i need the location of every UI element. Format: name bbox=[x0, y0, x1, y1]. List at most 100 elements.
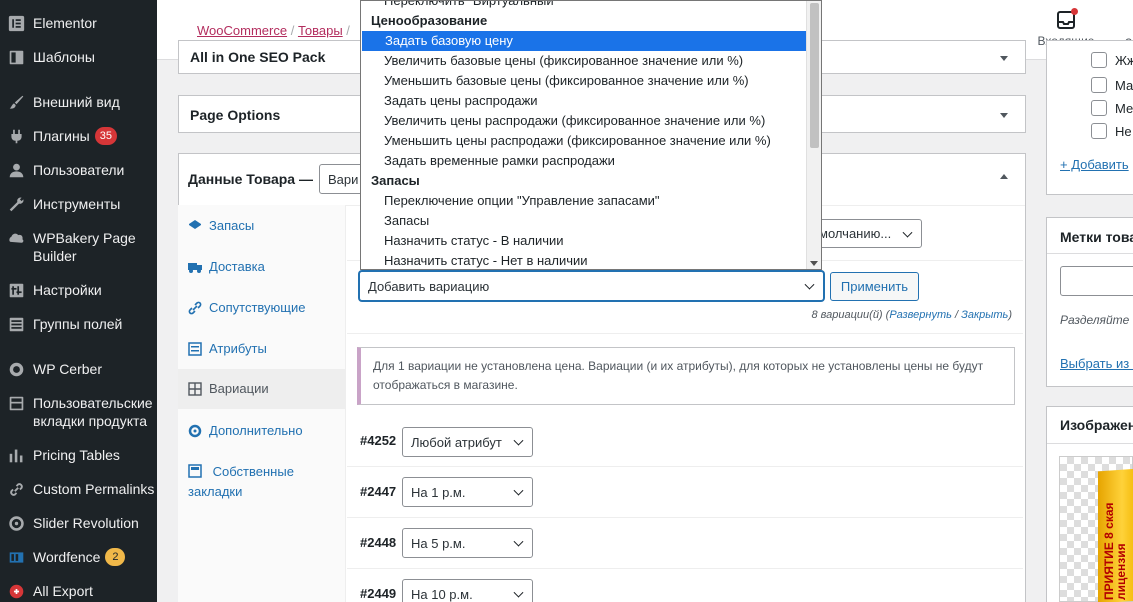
category-checkbox[interactable] bbox=[1091, 77, 1107, 93]
wordfence-icon bbox=[6, 548, 26, 566]
inventory-icon bbox=[188, 219, 202, 233]
category-checkbox[interactable] bbox=[1091, 123, 1107, 139]
scroll-down-arrow-icon[interactable] bbox=[810, 261, 818, 266]
sidebar-item-label: Slider Revolution bbox=[33, 515, 139, 531]
variation-attribute-select[interactable]: На 10 р.м. bbox=[402, 579, 533, 602]
dropdown-option[interactable]: Назначить статус - В наличии bbox=[361, 231, 807, 251]
chevron-down-icon bbox=[513, 587, 524, 598]
breadcrumb-woocommerce[interactable]: WooCommerce bbox=[197, 23, 287, 38]
gear-icon bbox=[188, 424, 202, 438]
variation-row[interactable]: #4252 Любой атрибут bbox=[347, 416, 1023, 467]
sidebar-item-plugins[interactable]: Плагины 35 bbox=[0, 127, 157, 145]
sidebar-item-users[interactable]: Пользователи bbox=[0, 161, 157, 179]
sidebar-item-label: Elementor bbox=[33, 15, 97, 31]
tab-linked-products[interactable]: Сопутствующие bbox=[178, 298, 346, 318]
tab-shipping[interactable]: Доставка bbox=[178, 257, 346, 277]
dropdown-option[interactable]: Назначить статус - Нет в наличии bbox=[361, 251, 807, 269]
cerber-icon bbox=[6, 360, 26, 378]
truck-icon bbox=[188, 260, 202, 274]
variation-attribute-select[interactable]: На 5 р.м. bbox=[402, 528, 533, 558]
sidebar-item-slider-revolution[interactable]: Slider Revolution bbox=[0, 514, 157, 532]
chevron-down-icon bbox=[902, 227, 913, 238]
sidebar-item-wordfence[interactable]: Wordfence 2 bbox=[0, 548, 157, 566]
custom-tabs-icon bbox=[6, 394, 26, 412]
variation-row[interactable]: #2447 На 1 р.м. bbox=[347, 467, 1023, 518]
sidebar-item-label: Внешний вид bbox=[33, 94, 120, 110]
sidebar-item-label: WPBakery Page Builder bbox=[33, 230, 136, 264]
variations-count: 8 вариации(й) (Развернуть / Закрыть) bbox=[811, 309, 1012, 321]
dropdown-option-selected[interactable]: Задать базовую цену bbox=[362, 31, 806, 51]
sidebar-item-label: Плагины bbox=[33, 128, 90, 144]
inbox-icon bbox=[1056, 8, 1078, 30]
tags-input[interactable] bbox=[1060, 266, 1133, 296]
toggle-arrow-icon[interactable] bbox=[1000, 56, 1008, 61]
tags-title: Метки това bbox=[1060, 229, 1133, 245]
sidebar-item-label: Группы полей bbox=[33, 316, 123, 332]
tab-attributes[interactable]: Атрибуты bbox=[178, 339, 346, 359]
sidebar-item-all-export[interactable]: All Export bbox=[0, 582, 157, 600]
tab-custom-tabs[interactable]: Собственные закладки bbox=[178, 461, 346, 502]
apply-button[interactable]: Применить bbox=[830, 272, 919, 301]
attributes-icon bbox=[188, 342, 202, 356]
sidebar-item-label: Wordfence bbox=[33, 549, 101, 565]
sidebar-item-elementor[interactable]: Elementor bbox=[0, 14, 157, 32]
categories-panel: Жж Ма Ме Не + Добавить bbox=[1046, 40, 1133, 195]
sidebar-item-custom-tabs[interactable]: Пользовательские вкладки продукта bbox=[0, 394, 157, 430]
dropdown-option[interactable]: Увеличить базовые цены (фиксированное зн… bbox=[361, 51, 807, 71]
sidebar-item-pricing-tables[interactable]: Pricing Tables bbox=[0, 446, 157, 464]
chevron-down-icon bbox=[513, 485, 524, 496]
dropdown-option[interactable]: Переключение опции "Управление запасами" bbox=[361, 191, 807, 211]
variation-attribute-select[interactable]: Любой атрибут bbox=[402, 427, 533, 457]
sidebar-item-tools[interactable]: Инструменты bbox=[0, 195, 157, 213]
category-checkbox[interactable] bbox=[1091, 52, 1107, 68]
wordfence-badge: 2 bbox=[105, 548, 126, 566]
dropdown-option[interactable]: Уменьшить базовые цены (фиксированное зн… bbox=[361, 71, 807, 91]
chevron-down-icon bbox=[804, 279, 815, 290]
expand-all-link[interactable]: Развернуть bbox=[889, 309, 952, 321]
dropdown-option[interactable]: Переключить "Виртуальный" bbox=[361, 1, 807, 11]
product-image-title: Изображен bbox=[1060, 417, 1133, 433]
sidebar-item-wpbakery[interactable]: WPBakery Page Builder bbox=[0, 229, 157, 265]
plugins-icon bbox=[6, 127, 26, 145]
sidebar-item-appearance[interactable]: Внешний вид bbox=[0, 93, 157, 111]
choose-tags-link[interactable]: Выбрать из ч bbox=[1060, 356, 1133, 371]
variation-attribute-select[interactable]: На 1 р.м. bbox=[402, 477, 533, 507]
product-data-tabs: Запасы Доставка Сопутствующие Атрибуты В… bbox=[178, 205, 346, 602]
tab-inventory[interactable]: Запасы bbox=[178, 216, 346, 236]
sidebar-item-field-groups[interactable]: Группы полей bbox=[0, 315, 157, 333]
breadcrumb-products[interactable]: Товары bbox=[298, 23, 343, 38]
variation-row[interactable]: #2448 На 5 р.м. bbox=[347, 518, 1023, 569]
sidebar-item-label: Пользователи bbox=[33, 162, 125, 178]
sidebar-item-custom-permalinks[interactable]: Custom Permalinks bbox=[0, 480, 157, 498]
tab-variations[interactable]: Вариации bbox=[178, 369, 346, 409]
toggle-arrow-icon[interactable] bbox=[1000, 174, 1008, 179]
sidebar-item-wp-cerber[interactable]: WP Cerber bbox=[0, 360, 157, 378]
variation-row[interactable]: #2449 На 10 р.м. bbox=[347, 569, 1023, 602]
dropdown-option[interactable]: Задать цены распродажи bbox=[361, 91, 807, 111]
add-category-link[interactable]: + Добавить bbox=[1060, 157, 1129, 172]
tags-panel: Метки това Разделяйте Выбрать из ч bbox=[1046, 217, 1133, 387]
default-form-select[interactable]: молчанию... bbox=[812, 219, 922, 248]
sidebar-item-label: Пользовательские вкладки продукта bbox=[33, 395, 153, 429]
dropdown-scrollbar[interactable] bbox=[806, 1, 821, 269]
templates-icon bbox=[6, 48, 26, 66]
toggle-arrow-icon[interactable] bbox=[1000, 113, 1008, 118]
bulk-action-select[interactable]: Добавить вариацию bbox=[359, 271, 824, 301]
custom-tabs-icon bbox=[188, 464, 202, 478]
collapse-all-link[interactable]: Закрыть bbox=[961, 309, 1008, 321]
dropdown-option[interactable]: Увеличить цены распродажи (фиксированное… bbox=[361, 111, 807, 131]
variations-grid-icon bbox=[188, 382, 202, 396]
wrench-icon bbox=[6, 195, 26, 213]
sidebar-item-settings[interactable]: Настройки bbox=[0, 281, 157, 299]
sidebar-item-templates[interactable]: Шаблоны bbox=[0, 48, 157, 66]
category-checkbox[interactable] bbox=[1091, 100, 1107, 116]
tab-advanced[interactable]: Дополнительно bbox=[178, 421, 346, 441]
export-icon bbox=[6, 582, 26, 600]
dropdown-option[interactable]: Задать временные рамки распродажи bbox=[361, 151, 807, 171]
missing-price-notice: Для 1 вариации не установлена цена. Вари… bbox=[357, 347, 1015, 405]
scrollbar-thumb[interactable] bbox=[810, 3, 819, 148]
dropdown-option[interactable]: Уменьшить цены распродажи (фиксированное… bbox=[361, 131, 807, 151]
sidebar-item-label: Pricing Tables bbox=[33, 447, 120, 463]
dropdown-option[interactable]: Запасы bbox=[361, 211, 807, 231]
product-box-text: ПРИЯТИЕ 8 ская лицензия bbox=[1102, 502, 1128, 600]
